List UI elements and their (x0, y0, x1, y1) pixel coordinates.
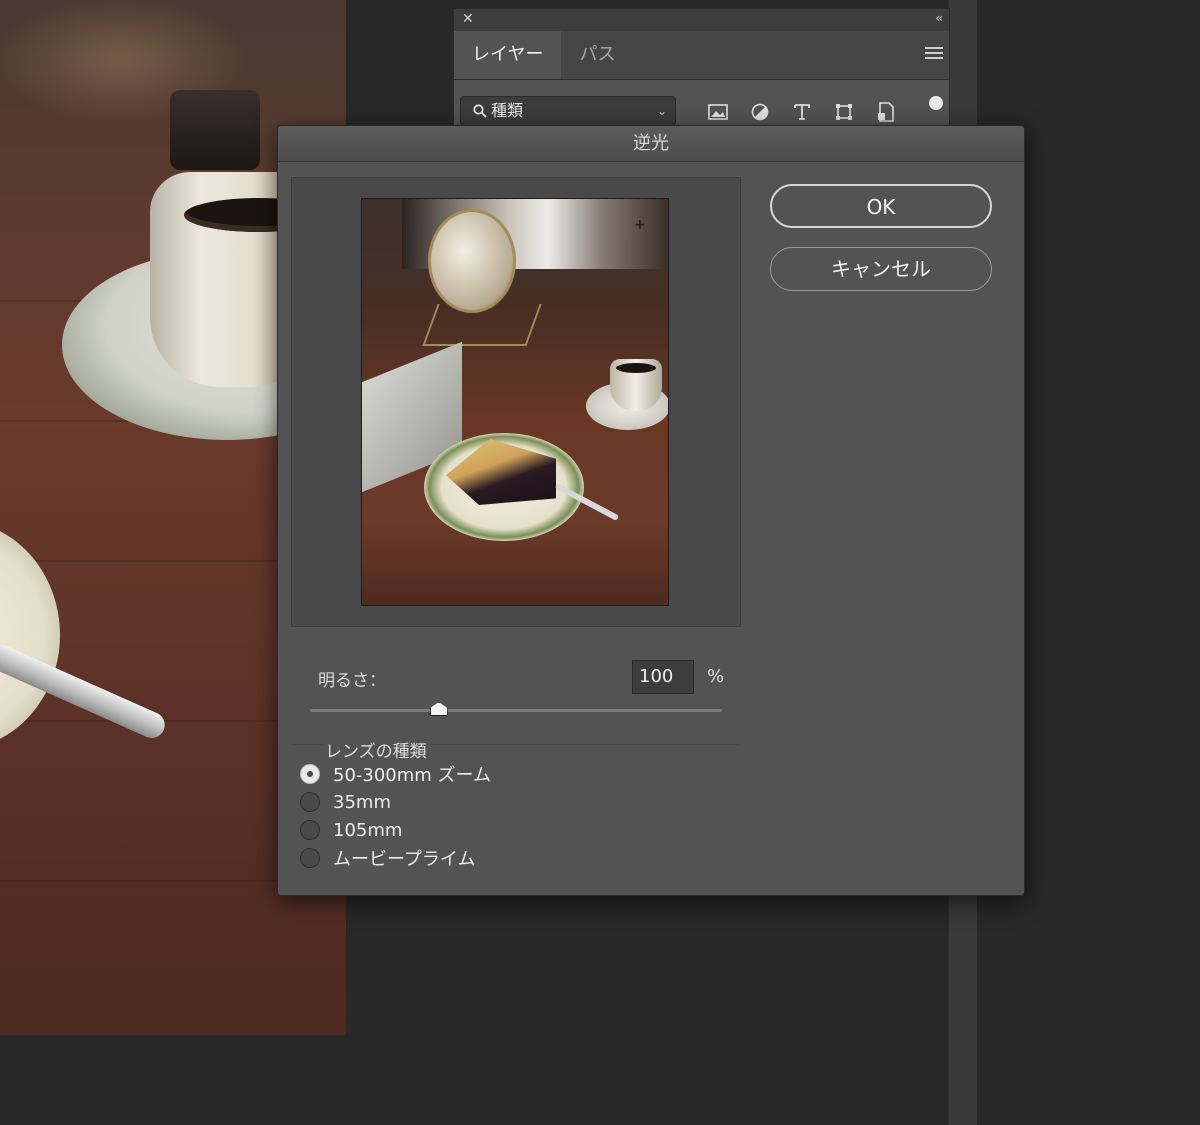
lens-option-50-300mm[interactable]: 50-300mm ズーム (300, 762, 491, 786)
brightness-input[interactable]: 100 (632, 660, 694, 694)
lens-flare-dialog: 逆光 + OK キャンセル 明るさ： 100 % レンズの種類 50-300mm… (277, 125, 1025, 896)
layer-filter-icons (706, 100, 898, 124)
preview-frame: + (291, 177, 741, 627)
cancel-button[interactable]: キャンセル (770, 247, 992, 291)
smart-object-icon[interactable] (874, 100, 898, 124)
layer-filter-row: 種類 ⌄ (454, 80, 949, 130)
brightness-slider-thumb[interactable] (429, 702, 448, 716)
image-icon[interactable] (706, 100, 730, 124)
close-icon[interactable]: ✕ (462, 11, 474, 27)
type-icon[interactable] (790, 100, 814, 124)
filter-toggle[interactable] (929, 96, 943, 110)
layers-panel: ✕ ‹‹ レイヤー パス 種類 ⌄ (453, 8, 950, 135)
lens-type-legend: レンズの種類 (323, 737, 429, 762)
filter-kind-label: 種類 (491, 101, 524, 120)
search-icon (473, 104, 487, 118)
lens-option-label: 105mm (333, 819, 403, 841)
panel-menu-icon[interactable] (925, 47, 943, 62)
radio-35mm[interactable] (300, 792, 320, 812)
tab-paths[interactable]: パス (561, 31, 633, 79)
radio-movie-prime[interactable] (300, 848, 320, 868)
lens-option-label: 50-300mm ズーム (333, 765, 492, 786)
chevron-down-icon: ⌄ (656, 104, 667, 118)
radio-50-300mm[interactable] (300, 764, 320, 784)
radio-105mm[interactable] (300, 820, 320, 840)
tab-layers[interactable]: レイヤー (454, 31, 562, 79)
shape-icon[interactable] (832, 100, 856, 124)
lens-option-105mm[interactable]: 105mm (300, 818, 402, 842)
collapse-icon[interactable]: ‹‹ (935, 11, 942, 25)
panel-tabs: レイヤー パス (454, 31, 949, 80)
lens-option-label: 35mm (333, 791, 391, 813)
lens-option-label: ムービープライム (333, 849, 476, 870)
ok-button[interactable]: OK (770, 184, 992, 228)
brightness-unit: % (707, 666, 725, 687)
dialog-title: 逆光 (278, 126, 1024, 162)
lens-option-35mm[interactable]: 35mm (300, 790, 391, 814)
plate-image (0, 520, 60, 750)
adjustment-icon[interactable] (748, 100, 772, 124)
lens-option-movie-prime[interactable]: ムービープライム (300, 846, 476, 870)
flare-center-crosshair-icon[interactable]: + (634, 217, 646, 233)
preview-image[interactable]: + (361, 198, 669, 606)
panel-titlebar: ✕ ‹‹ (454, 9, 949, 31)
background-cup-dark (170, 90, 260, 170)
brightness-slider[interactable] (310, 702, 722, 716)
brightness-label: 明るさ： (318, 671, 386, 691)
layer-filter-select[interactable]: 種類 ⌄ (460, 96, 676, 126)
